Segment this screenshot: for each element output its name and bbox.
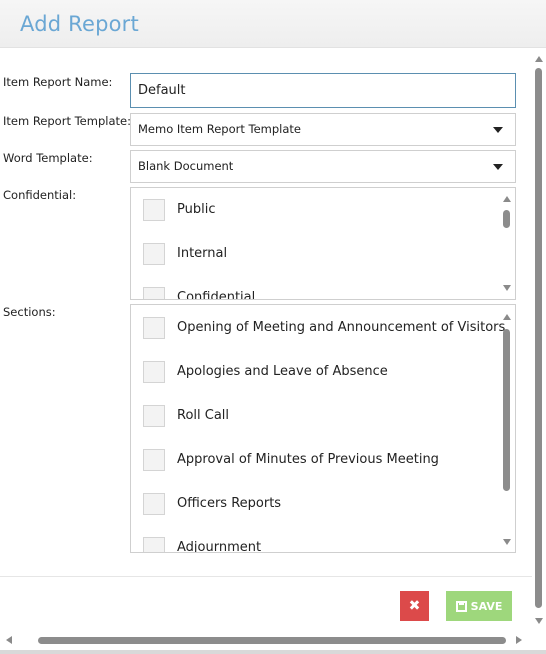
dialog-header: Add Report [0,0,546,48]
checkbox[interactable] [143,537,165,552]
confidential-scrollbar[interactable] [501,188,513,299]
page-horizontal-scrollbar[interactable] [0,632,546,650]
scroll-down-icon[interactable] [503,285,511,291]
item-report-template-value: Memo Item Report Template [138,122,301,136]
dialog-title: Add Report [20,12,139,36]
item-report-name-input[interactable] [130,73,516,108]
page-vertical-scrollbar[interactable] [532,52,546,632]
scroll-up-icon[interactable] [503,196,511,202]
option-label: Approval of Minutes of Previous Meeting [177,452,439,467]
footer-divider [0,576,532,577]
sections-listbox[interactable]: Opening of Meeting and Announcement of V… [130,304,516,553]
checkbox[interactable] [143,317,165,339]
word-template-select[interactable]: Blank Document [130,150,516,183]
scrollbar-thumb[interactable] [503,210,510,228]
scrollbar-thumb[interactable] [38,637,506,644]
scroll-right-icon[interactable] [516,636,522,644]
close-icon: ✖ [408,598,421,614]
scroll-down-icon[interactable] [535,618,543,624]
item-report-name-label: Item Report Name: [3,75,113,89]
confidential-label: Confidential: [3,188,77,202]
checkbox[interactable] [143,449,165,471]
scroll-left-icon[interactable] [6,636,12,644]
window-bottom-edge [0,650,546,654]
option-label: Opening of Meeting and Announcement of V… [177,320,506,335]
scrollbar-thumb[interactable] [535,68,542,608]
option-label: Internal [177,246,228,261]
checkbox[interactable] [143,493,165,515]
cancel-button[interactable]: ✖ [400,591,429,621]
scroll-down-icon[interactable] [503,539,511,545]
item-report-template-select[interactable]: Memo Item Report Template [130,113,516,146]
chevron-down-icon[interactable] [493,164,503,170]
sections-label: Sections: [3,305,56,319]
save-button[interactable]: SAVE [446,591,512,621]
save-button-label: SAVE [470,599,503,613]
checkbox[interactable] [143,361,165,383]
confidential-listbox[interactable]: Public Internal Confidential [130,187,516,300]
checkbox[interactable] [143,199,165,221]
scroll-up-icon[interactable] [535,56,543,62]
scrollbar-thumb[interactable] [503,329,510,491]
checkbox[interactable] [143,405,165,427]
option-label: Officers Reports [177,496,282,511]
sections-scrollbar[interactable] [501,305,513,552]
option-label: Public [177,202,216,217]
option-label: Apologies and Leave of Absence [177,364,388,379]
checkbox[interactable] [143,287,165,299]
chevron-down-icon[interactable] [493,127,503,133]
word-template-value: Blank Document [138,159,234,173]
item-report-template-label: Item Report Template: [3,114,131,128]
option-label: Adjournment [177,540,262,553]
option-label: Confidential [177,290,256,300]
floppy-disk-icon [455,600,467,612]
option-label: Roll Call [177,408,230,423]
scroll-up-icon[interactable] [503,314,511,320]
word-template-label: Word Template: [3,151,93,165]
checkbox[interactable] [143,243,165,265]
